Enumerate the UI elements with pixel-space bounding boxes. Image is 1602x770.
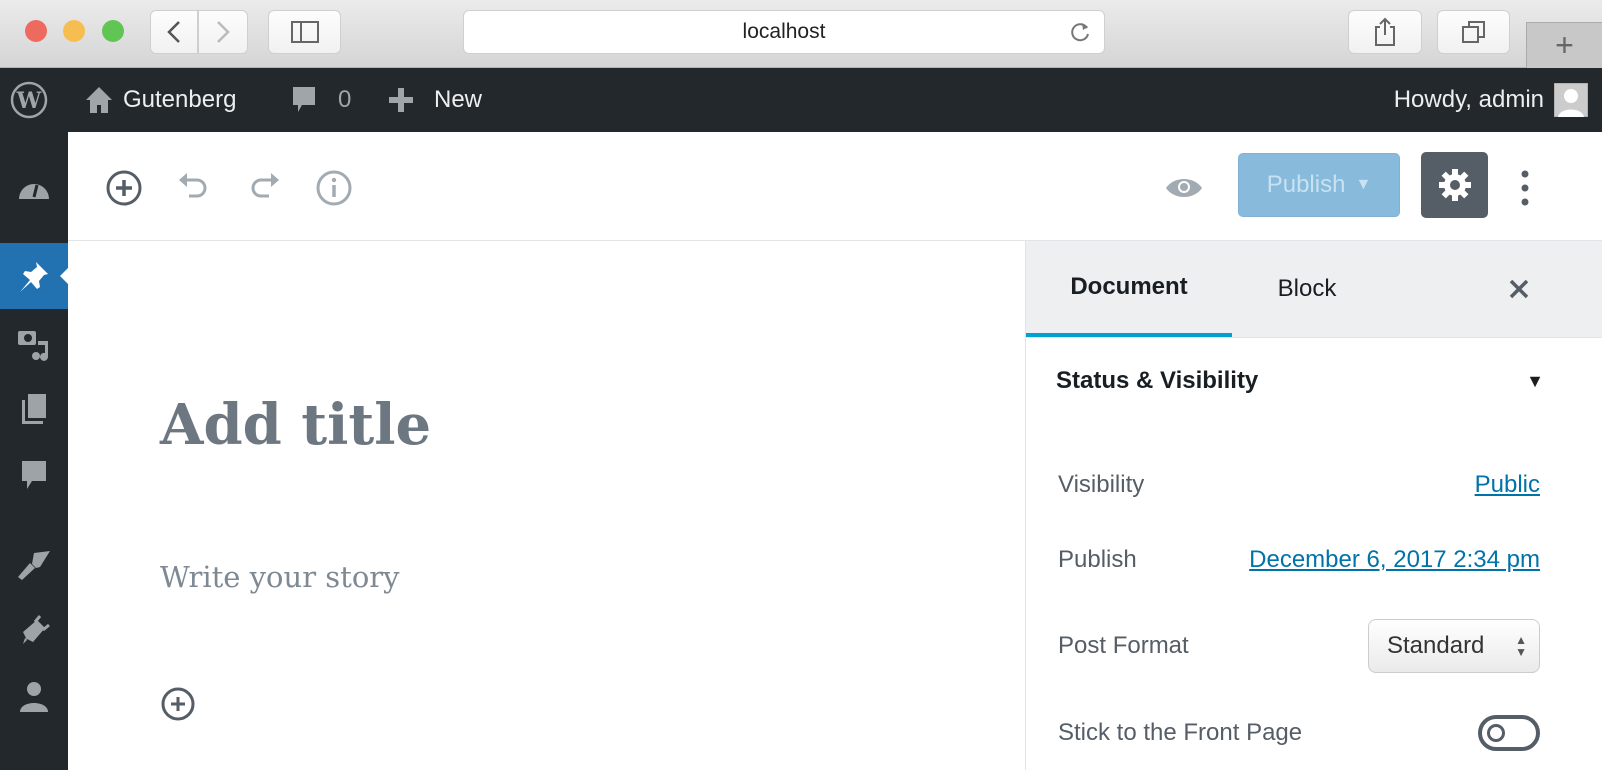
- info-icon: [316, 170, 352, 206]
- publish-date-link[interactable]: December 6, 2017 2:34 pm: [1249, 546, 1540, 574]
- sidebar-item-plugins[interactable]: [0, 598, 68, 664]
- settings-sidebar: Document Block Status & Visibility ▼ Visi…: [1025, 241, 1602, 770]
- plus-circle-icon: [161, 687, 195, 721]
- publish-label: Publish: [1266, 171, 1346, 198]
- tab-document[interactable]: Document: [1026, 241, 1232, 337]
- close-icon: [1509, 279, 1529, 299]
- post-format-value: Standard: [1387, 632, 1485, 659]
- site-name-link[interactable]: Gutenberg: [85, 68, 236, 132]
- close-sidebar-button[interactable]: [1508, 241, 1530, 337]
- post-format-row: Post Format Standard ▲ ▼: [1058, 619, 1540, 673]
- paintbrush-icon: [18, 551, 50, 580]
- visibility-row: Visibility Public: [1058, 471, 1540, 499]
- sidebar-item-pages[interactable]: [0, 376, 68, 442]
- pin-icon: [20, 262, 48, 292]
- share-icon: [1375, 17, 1395, 46]
- maximize-window-button[interactable]: [102, 20, 124, 42]
- sticky-row: Stick to the Front Page: [1058, 715, 1540, 751]
- users-icon: [20, 682, 48, 712]
- forward-button[interactable]: [198, 10, 248, 54]
- publish-label: Publish: [1058, 546, 1137, 573]
- share-button[interactable]: [1348, 10, 1422, 54]
- sidebar-item-media[interactable]: [0, 310, 68, 376]
- comment-icon: [293, 87, 315, 112]
- more-options-button[interactable]: [1505, 168, 1545, 208]
- sidebar-item-dashboard[interactable]: [0, 154, 68, 220]
- undo-button[interactable]: [173, 168, 213, 208]
- active-indicator: [52, 268, 68, 284]
- publish-button[interactable]: Publish ▼: [1238, 153, 1400, 217]
- dashboard-icon: [19, 184, 49, 199]
- post-body-input[interactable]: Write your story: [160, 560, 400, 594]
- updown-arrows-icon: ▲ ▼: [1515, 633, 1527, 659]
- svg-text:W: W: [16, 88, 42, 114]
- post-format-label: Post Format: [1058, 632, 1189, 659]
- sidebar-item-users[interactable]: [0, 664, 68, 730]
- tabs-overview-button[interactable]: [1437, 10, 1510, 54]
- admin-bar: W Gutenberg 0 New Howdy, admin: [0, 68, 1602, 132]
- info-button[interactable]: [314, 168, 354, 208]
- tab-block[interactable]: Block: [1232, 241, 1382, 337]
- chevron-left-icon: [167, 21, 180, 43]
- plus-icon: [389, 88, 413, 112]
- status-visibility-toggle[interactable]: Status & Visibility ▼: [1056, 367, 1544, 395]
- avatar: [1554, 83, 1588, 117]
- visibility-label: Visibility: [1058, 471, 1145, 498]
- sidebar-toggle-button[interactable]: [268, 10, 341, 54]
- home-icon: [86, 87, 112, 113]
- tabs-icon: [1461, 21, 1485, 43]
- new-label: New: [434, 86, 483, 113]
- sticky-toggle[interactable]: [1478, 715, 1540, 751]
- media-icon: [18, 331, 48, 361]
- browser-chrome: localhost +: [0, 0, 1602, 68]
- post-format-select[interactable]: Standard ▲ ▼: [1368, 619, 1540, 673]
- caret-down-icon: ▼: [1526, 370, 1544, 391]
- wordpress-logo[interactable]: W: [10, 68, 48, 132]
- address-bar[interactable]: localhost: [463, 10, 1105, 54]
- comments-link[interactable]: 0: [290, 68, 351, 132]
- sidebar-icon: [290, 21, 319, 43]
- settings-button[interactable]: [1421, 152, 1488, 218]
- back-button[interactable]: [150, 10, 198, 54]
- site-name: Gutenberg: [123, 86, 237, 113]
- eye-icon: [1166, 179, 1202, 197]
- redo-button[interactable]: [245, 168, 285, 208]
- plugin-icon: [23, 615, 50, 644]
- more-vertical-icon: [1521, 170, 1529, 206]
- sidebar-item-appearance[interactable]: [0, 532, 68, 598]
- comment-count: 0: [338, 86, 352, 113]
- comments-icon: [22, 461, 46, 489]
- post-title-input[interactable]: Add title: [160, 392, 431, 458]
- close-window-button[interactable]: [25, 20, 47, 42]
- new-content-link[interactable]: New: [388, 68, 482, 132]
- undo-icon: [179, 173, 207, 198]
- sidebar-tabs: Document Block: [1026, 241, 1602, 338]
- howdy-text: Howdy, admin: [1393, 86, 1544, 113]
- sidebar-item-posts[interactable]: [0, 243, 68, 309]
- caret-down-icon: ▼: [1355, 176, 1372, 193]
- add-block-button[interactable]: [104, 168, 144, 208]
- url-text: localhost: [742, 20, 826, 43]
- plus-circle-icon: [106, 170, 142, 206]
- editor-toolbar: Publish ▼: [68, 132, 1602, 241]
- chevron-right-icon: [217, 21, 230, 43]
- preview-button[interactable]: [1164, 168, 1204, 208]
- visibility-link[interactable]: Public: [1475, 471, 1540, 499]
- new-tab-button[interactable]: +: [1526, 22, 1602, 68]
- sidebar-item-comments[interactable]: [0, 442, 68, 508]
- inline-add-block-button[interactable]: [160, 686, 196, 727]
- redo-icon: [251, 173, 279, 198]
- pages-icon: [22, 394, 46, 424]
- sticky-label: Stick to the Front Page: [1058, 719, 1303, 746]
- gear-icon: [1438, 169, 1471, 201]
- account-menu[interactable]: Howdy, admin: [1394, 68, 1588, 132]
- wordpress-icon: W: [10, 81, 48, 119]
- section-title: Status & Visibility: [1056, 367, 1259, 394]
- publish-date-row: Publish December 6, 2017 2:34 pm: [1058, 546, 1540, 574]
- minimize-window-button[interactable]: [63, 20, 85, 42]
- admin-sidebar: [0, 132, 68, 770]
- reload-icon[interactable]: [1068, 20, 1092, 44]
